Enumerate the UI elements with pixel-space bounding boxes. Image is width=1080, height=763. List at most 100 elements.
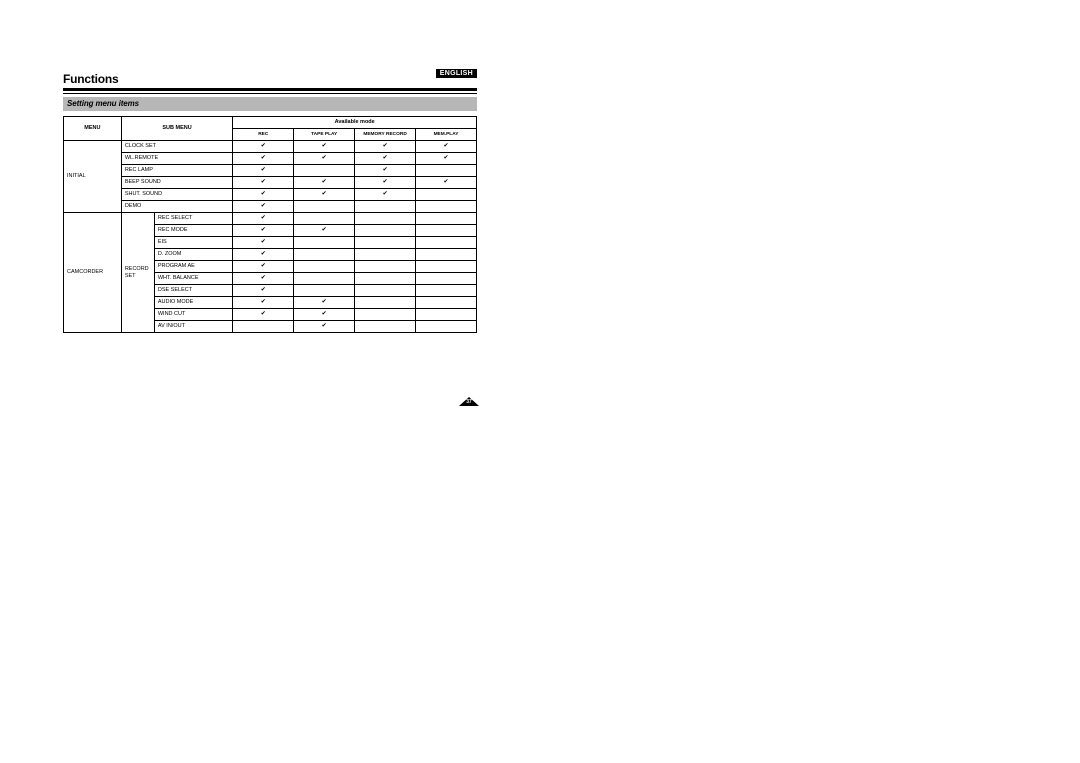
mode-cell xyxy=(416,189,477,201)
mode-cell: ✔ xyxy=(233,141,294,153)
mode-cell: ✔ xyxy=(233,285,294,297)
submenu-group-cell: RECORD SET xyxy=(121,213,154,333)
language-badge: ENGLISH xyxy=(436,69,477,78)
mode-cell xyxy=(294,261,355,273)
mode-cell: ✔ xyxy=(355,153,416,165)
mode-cell xyxy=(416,285,477,297)
mode-cell xyxy=(294,165,355,177)
submenu-item-cell: BEEP SOUND xyxy=(121,177,233,189)
page-number: 37 xyxy=(463,399,475,405)
mode-cell: ✔ xyxy=(294,189,355,201)
table-body: INITIALCLOCK SET✔✔✔✔WL.REMOTE✔✔✔✔REC LAM… xyxy=(64,141,477,333)
mode-cell: ✔ xyxy=(233,177,294,189)
mode-cell xyxy=(355,249,416,261)
mode-cell xyxy=(416,273,477,285)
mode-cell xyxy=(355,225,416,237)
submenu-item-cell: REC SELECT xyxy=(154,213,232,225)
mode-cell: ✔ xyxy=(355,189,416,201)
mode-cell xyxy=(355,213,416,225)
header-mode-rec: REC xyxy=(233,129,294,141)
header-submenu: SUB MENU xyxy=(121,117,233,141)
mode-cell xyxy=(355,237,416,249)
mode-cell: ✔ xyxy=(233,297,294,309)
mode-cell xyxy=(355,297,416,309)
submenu-item-cell: EIS xyxy=(154,237,232,249)
mode-cell: ✔ xyxy=(233,261,294,273)
submenu-item-cell: WL.REMOTE xyxy=(121,153,233,165)
header-mode-memplay: MEM.PLAY xyxy=(416,129,477,141)
mode-cell xyxy=(294,273,355,285)
mode-cell xyxy=(294,237,355,249)
submenu-item-cell: PROGRAM AE xyxy=(154,261,232,273)
mode-cell xyxy=(294,249,355,261)
mode-cell xyxy=(416,213,477,225)
mode-cell: ✔ xyxy=(294,225,355,237)
mode-cell: ✔ xyxy=(355,165,416,177)
mode-cell xyxy=(355,201,416,213)
table-row: DEMO✔ xyxy=(64,201,477,213)
mode-cell: ✔ xyxy=(294,153,355,165)
manual-page: ENGLISH Functions Setting menu items MEN… xyxy=(0,0,1080,763)
rule-thick xyxy=(63,88,477,91)
mode-cell: ✔ xyxy=(294,309,355,321)
mode-cell: ✔ xyxy=(233,201,294,213)
mode-cell xyxy=(416,297,477,309)
mode-cell: ✔ xyxy=(355,141,416,153)
triangle-icon: 37 xyxy=(459,397,479,406)
mode-cell xyxy=(355,309,416,321)
subtitle: Setting menu items xyxy=(63,97,477,111)
mode-cell xyxy=(416,321,477,333)
mode-cell: ✔ xyxy=(233,153,294,165)
submenu-item-cell: WIND CUT xyxy=(154,309,232,321)
table-row: SHUT. SOUND✔✔✔ xyxy=(64,189,477,201)
menu-table: MENU SUB MENU Available mode REC TAPE PL… xyxy=(63,116,477,333)
mode-cell xyxy=(416,261,477,273)
table-row: CAMCORDERRECORD SETREC SELECT✔ xyxy=(64,213,477,225)
mode-cell: ✔ xyxy=(294,177,355,189)
mode-cell: ✔ xyxy=(233,249,294,261)
mode-cell: ✔ xyxy=(416,141,477,153)
mode-cell: ✔ xyxy=(294,141,355,153)
header-mode-tapeplay: TAPE PLAY xyxy=(294,129,355,141)
mode-cell xyxy=(294,213,355,225)
mode-cell xyxy=(294,285,355,297)
menu-cell: CAMCORDER xyxy=(64,213,122,333)
mode-cell: ✔ xyxy=(355,177,416,189)
mode-cell: ✔ xyxy=(416,153,477,165)
mode-cell: ✔ xyxy=(233,189,294,201)
mode-cell xyxy=(416,237,477,249)
submenu-item-cell: D. ZOOM xyxy=(154,249,232,261)
mode-cell: ✔ xyxy=(233,165,294,177)
mode-cell xyxy=(416,249,477,261)
mode-cell: ✔ xyxy=(233,309,294,321)
mode-cell: ✔ xyxy=(416,177,477,189)
mode-cell xyxy=(416,165,477,177)
table-row: INITIALCLOCK SET✔✔✔✔ xyxy=(64,141,477,153)
rule-thin xyxy=(63,93,477,94)
page-heading: Functions xyxy=(63,72,477,88)
submenu-item-cell: DEMO xyxy=(121,201,233,213)
mode-cell xyxy=(416,225,477,237)
content-column: ENGLISH Functions Setting menu items MEN… xyxy=(63,72,477,333)
table-head: MENU SUB MENU Available mode REC TAPE PL… xyxy=(64,117,477,141)
table-row: REC LAMP✔✔ xyxy=(64,165,477,177)
mode-cell: ✔ xyxy=(233,225,294,237)
mode-cell xyxy=(355,261,416,273)
header-mode-memrecord: MEMORY RECORD xyxy=(355,129,416,141)
submenu-item-cell: AUDIO MODE xyxy=(154,297,232,309)
mode-cell: ✔ xyxy=(233,237,294,249)
table-row: WL.REMOTE✔✔✔✔ xyxy=(64,153,477,165)
submenu-item-cell: WHT. BALANCE xyxy=(154,273,232,285)
header-available: Available mode xyxy=(233,117,477,129)
submenu-item-cell: AV IN/OUT xyxy=(154,321,232,333)
mode-cell: ✔ xyxy=(233,273,294,285)
submenu-item-cell: REC MODE xyxy=(154,225,232,237)
mode-cell: ✔ xyxy=(294,297,355,309)
submenu-item-cell: REC LAMP xyxy=(121,165,233,177)
mode-cell xyxy=(416,309,477,321)
mode-cell xyxy=(355,285,416,297)
mode-cell: ✔ xyxy=(233,213,294,225)
header-menu: MENU xyxy=(64,117,122,141)
mode-cell xyxy=(294,201,355,213)
header-row-1: MENU SUB MENU Available mode xyxy=(64,117,477,129)
